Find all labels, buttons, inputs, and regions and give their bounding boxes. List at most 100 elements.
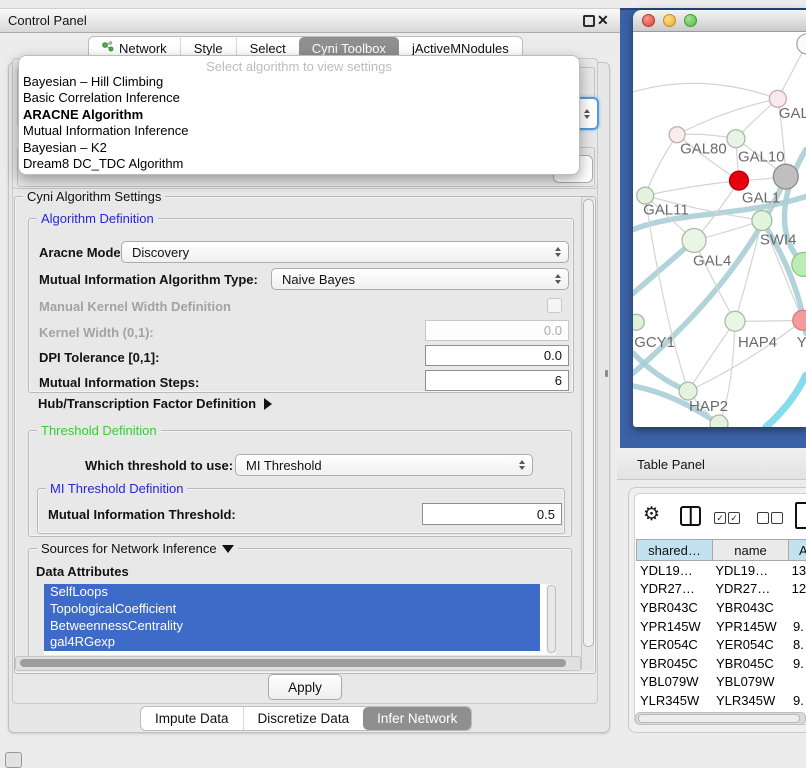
table-row[interactable]: YDL19…YDL19…13 (636, 561, 806, 580)
table-row[interactable]: YBL079WYBL079W (636, 673, 806, 692)
algorithm-option[interactable]: Basic Correlation Inference (19, 90, 579, 106)
settings-vertical-scrollbar-thumb[interactable] (583, 199, 594, 647)
table-row[interactable]: YBR043CYBR043C (636, 598, 806, 617)
zoom-traffic-light-icon[interactable] (684, 14, 697, 27)
table-row[interactable]: YER054CYER054C8. (636, 635, 806, 654)
tab-infer-network[interactable]: Infer Network (363, 707, 471, 730)
table-row[interactable]: YBR045CYBR045C9. (636, 654, 806, 673)
settings-group-title: Cyni Algorithm Settings (23, 189, 165, 204)
network-node-label: GAL1 (742, 190, 780, 207)
data-attributes-list[interactable]: SelfLoopsTopologicalCoefficientBetweenne… (44, 584, 556, 655)
network-edge (688, 321, 735, 391)
which-threshold-label: Which threshold to use: (85, 458, 233, 473)
close-traffic-light-icon[interactable] (642, 14, 655, 27)
network-node[interactable] (752, 211, 772, 231)
network-node[interactable] (793, 310, 806, 330)
threshold-definition-group: Threshold Definition Which threshold to … (28, 430, 572, 537)
combo-spinner-icon (555, 247, 561, 257)
column-header-shared-name[interactable]: shared… (636, 539, 713, 561)
network-node[interactable] (727, 130, 745, 148)
data-attribute-option[interactable]: SelfLoops (44, 584, 540, 601)
table-row[interactable]: YPR145WYPR145W9. (636, 617, 806, 636)
table-cell: 12 (787, 581, 806, 596)
algorithm-option[interactable]: Dream8 DC_TDC Algorithm (19, 156, 579, 172)
aracne-mode-select[interactable]: Discovery (121, 241, 569, 263)
mi-steps-field[interactable]: 6 (425, 370, 569, 391)
sources-group-title[interactable]: Sources for Network Inference (37, 541, 238, 556)
algorithm-option[interactable]: Mutual Information Inference (19, 123, 579, 139)
deselect-all-checkbox-icon[interactable] (757, 512, 769, 524)
table-horizontal-scrollbar-thumb[interactable] (638, 714, 800, 723)
network-window-titlebar[interactable] (633, 10, 806, 32)
tab-impute-data[interactable]: Impute Data (141, 707, 243, 730)
control-panel-titlebar: Control Panel ✕ (0, 8, 620, 33)
algorithm-definition-title: Algorithm Definition (37, 211, 158, 226)
gear-icon[interactable]: ⚙ (643, 503, 660, 526)
attributes-scrollbar-thumb[interactable] (547, 585, 556, 653)
algorithm-option[interactable]: Bayesian – Hill Climbing (19, 74, 579, 90)
mi-threshold-value: 0.5 (537, 507, 555, 522)
table-row[interactable]: YIL052CYIL052C9 (636, 710, 806, 711)
data-attribute-option[interactable]: BetweennessCentrality (44, 618, 540, 635)
table-row[interactable]: YDR27…YDR27…12 (636, 580, 806, 599)
minimize-traffic-light-icon[interactable] (663, 14, 676, 27)
dpi-tolerance-field[interactable]: 0.0 (425, 345, 569, 366)
network-node-label: SWI4 (760, 231, 797, 248)
split-columns-icon[interactable] (680, 506, 701, 526)
table-cell: YDR27… (636, 581, 711, 596)
network-canvas[interactable]: GAL7GAL80GAL10GAL1GAL11SWI4GAL4GCY1HAP4Y… (633, 32, 806, 427)
network-node[interactable] (729, 171, 748, 190)
close-icon[interactable]: ✕ (597, 12, 609, 29)
hub-definition-toggle[interactable]: Hub/Transcription Factor Definition (38, 396, 272, 411)
table-row[interactable]: YLR345WYLR345W9. (636, 691, 806, 710)
network-node-label: GAL4 (693, 252, 731, 269)
which-threshold-select[interactable]: MI Threshold (235, 454, 533, 476)
network-view-window[interactable]: GAL7GAL80GAL10GAL1GAL11SWI4GAL4GCY1HAP4Y… (633, 10, 806, 427)
table-cell: YLR345W (636, 693, 712, 708)
mi-threshold-field[interactable]: 0.5 (422, 503, 562, 525)
algorithm-option[interactable]: Bayesian – K2 (19, 140, 579, 156)
document-icon[interactable] (795, 502, 806, 529)
minimized-panel-icon[interactable] (5, 752, 22, 768)
algorithm-option[interactable]: ARACNE Algorithm (19, 107, 579, 123)
mi-steps-value: 6 (555, 373, 562, 388)
table-horizontal-scrollbar[interactable] (635, 712, 806, 725)
apply-button[interactable]: Apply (268, 674, 342, 700)
settings-horizontal-scrollbar[interactable] (15, 656, 581, 671)
network-edge (645, 135, 677, 196)
deselect-all-checkbox-icon[interactable] (771, 512, 783, 524)
network-node[interactable] (710, 415, 728, 427)
mi-type-select[interactable]: Naive Bayes (271, 268, 569, 290)
settings-horizontal-scrollbar-thumb[interactable] (20, 659, 566, 667)
which-threshold-value: MI Threshold (246, 458, 322, 473)
column-header-name[interactable]: name (712, 539, 789, 561)
select-all-checkbox-icon[interactable]: ✓ (714, 512, 726, 524)
network-node[interactable] (633, 314, 644, 330)
algorithm-definition-group: Algorithm Definition Aracne Mode: Discov… (28, 218, 574, 393)
network-edge (633, 83, 778, 98)
network-node[interactable] (682, 229, 706, 253)
network-node[interactable] (725, 311, 745, 331)
network-node-label: Y (797, 334, 806, 351)
network-node-label: HAP4 (738, 334, 777, 351)
network-edge (645, 181, 739, 196)
select-all-checkbox-icon[interactable]: ✓ (728, 512, 740, 524)
attributes-scrollbar[interactable] (546, 584, 556, 655)
float-window-icon[interactable] (583, 15, 595, 27)
data-attribute-option[interactable]: gal4RGexp (44, 634, 540, 651)
mi-threshold-group: MI Threshold Definition Mutual Informati… (37, 488, 565, 534)
mi-type-label: Mutual Information Algorithm Type: (39, 272, 258, 287)
settings-vertical-scrollbar[interactable] (581, 197, 594, 670)
network-node[interactable] (773, 164, 798, 189)
tab-discretize-data[interactable]: Discretize Data (243, 707, 364, 730)
kernel-width-field[interactable]: 0.0 (425, 320, 569, 341)
manual-kernel-checkbox[interactable] (547, 298, 562, 313)
panel-split-handle[interactable] (605, 370, 608, 377)
node-table[interactable]: YDL19…YDL19…13YDR27…YDR27…12YBR043CYBR04… (636, 561, 806, 711)
network-node[interactable] (797, 34, 806, 54)
data-attribute-option[interactable]: TopologicalCoefficient (44, 601, 540, 618)
table-cell: 13 (787, 563, 806, 578)
tab-network-label: Network (119, 41, 167, 56)
table-cell: YER054C (712, 637, 788, 652)
column-header-partial[interactable]: A (788, 539, 806, 561)
